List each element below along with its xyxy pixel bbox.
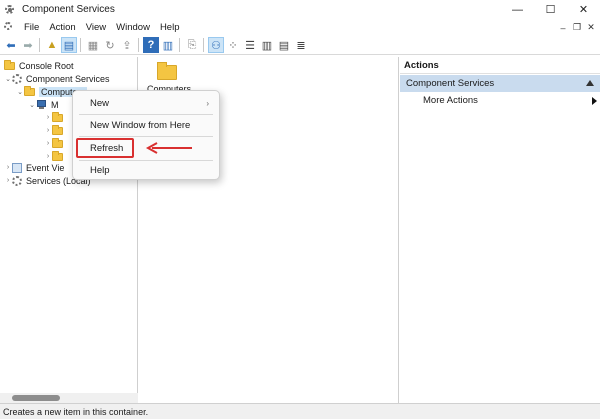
submenu-arrow-icon: › bbox=[206, 98, 209, 108]
menu-action[interactable]: Action bbox=[44, 22, 80, 33]
tree-item-console-root[interactable]: Console Root bbox=[4, 59, 74, 72]
chevron-down-icon[interactable]: ⌄ bbox=[16, 88, 24, 96]
system-menu-icon[interactable] bbox=[4, 22, 15, 33]
scrollbar-thumb[interactable] bbox=[12, 395, 60, 401]
export-list-icon[interactable]: ⇪ bbox=[119, 37, 135, 53]
actions-header: Actions bbox=[400, 57, 600, 74]
menu-file[interactable]: File bbox=[19, 22, 44, 33]
menu-help[interactable]: Help bbox=[155, 22, 185, 33]
show-hide-tree-icon[interactable]: ▤ bbox=[61, 37, 77, 53]
toolbar-separator bbox=[203, 38, 204, 52]
small-icons-icon[interactable]: ⁘ bbox=[225, 37, 241, 53]
help-icon[interactable]: ? bbox=[143, 37, 159, 53]
tree-label: Component Services bbox=[26, 73, 110, 84]
services-icon bbox=[12, 175, 22, 186]
back-icon[interactable]: ⬅ bbox=[3, 37, 19, 53]
toolbar-separator bbox=[80, 38, 81, 52]
menu-item-label: Help bbox=[90, 164, 110, 176]
horizontal-scrollbar[interactable] bbox=[0, 393, 138, 403]
folder-icon bbox=[52, 150, 63, 161]
menu-separator bbox=[79, 114, 213, 115]
actions-section-component-services[interactable]: Component Services bbox=[400, 75, 600, 92]
tree-item-folder[interactable]: › bbox=[44, 111, 67, 124]
menu-item-label: New bbox=[90, 97, 110, 109]
context-menu-help[interactable]: Help bbox=[73, 161, 219, 179]
tree-item-event-viewer[interactable]: › Event Vie bbox=[4, 161, 64, 174]
submenu-arrow-icon bbox=[592, 97, 597, 105]
toolbar-separator bbox=[179, 38, 180, 52]
chevron-right-icon[interactable]: › bbox=[44, 127, 52, 134]
tree-item-folder[interactable]: › bbox=[44, 124, 67, 137]
chevron-right-icon[interactable]: › bbox=[44, 153, 52, 160]
forward-icon[interactable]: ➡ bbox=[20, 37, 36, 53]
mdi-close-button[interactable]: ✕ bbox=[584, 22, 598, 33]
tree-item-component-services[interactable]: ⌄ Component Services bbox=[4, 72, 110, 85]
toolbar-separator bbox=[39, 38, 40, 52]
status-view-icon[interactable]: ▤ bbox=[276, 37, 292, 53]
folder-icon bbox=[24, 85, 35, 96]
close-button[interactable]: ✕ bbox=[567, 0, 600, 19]
tree-item-my-computer[interactable]: ⌄ M bbox=[28, 98, 59, 111]
minimize-button[interactable]: — bbox=[501, 0, 534, 19]
tree-item-folder[interactable]: › bbox=[44, 137, 67, 150]
tree-label: Console Root bbox=[19, 60, 74, 71]
collapse-icon[interactable] bbox=[586, 80, 594, 86]
up-folder-icon[interactable]: ▲ bbox=[44, 37, 60, 53]
toolbar: ⬅ ➡ ▲ ▤ ▦ ↻ ⇪ ? ▥ ⎘ ⚇ ⁘ ☰ ▥ ▤ ≣ bbox=[0, 36, 600, 55]
chevron-right-icon[interactable]: › bbox=[4, 177, 12, 184]
list-view-icon[interactable]: ☰ bbox=[242, 37, 258, 53]
mdi-restore-button[interactable]: ❐ bbox=[570, 22, 584, 33]
menu-window[interactable]: Window bbox=[111, 22, 155, 33]
chevron-down-icon[interactable]: ⌄ bbox=[28, 101, 36, 109]
more-actions-label: More Actions bbox=[423, 95, 478, 106]
folder-icon bbox=[52, 137, 63, 148]
details-list-icon[interactable]: ≣ bbox=[293, 37, 309, 53]
tree-label: M bbox=[51, 99, 59, 110]
refresh-icon[interactable]: ↻ bbox=[102, 37, 118, 53]
page-icon[interactable]: ⎘ bbox=[184, 37, 200, 53]
app-gear-icon bbox=[4, 4, 16, 16]
toolbar-separator bbox=[138, 38, 139, 52]
component-services-icon bbox=[12, 73, 22, 84]
context-menu-new[interactable]: New › bbox=[73, 94, 219, 112]
event-viewer-icon bbox=[12, 162, 22, 173]
actions-section-label: Component Services bbox=[406, 78, 495, 89]
context-menu-new-window[interactable]: New Window from Here bbox=[73, 116, 219, 134]
show-action-pane-icon[interactable]: ▥ bbox=[160, 37, 176, 53]
computer-icon bbox=[36, 100, 47, 109]
window-title: Component Services bbox=[22, 4, 115, 15]
status-bar: Creates a new item in this container. bbox=[0, 403, 600, 419]
large-icons-icon[interactable]: ⚇ bbox=[208, 37, 224, 53]
folder-icon bbox=[4, 59, 15, 70]
chevron-down-icon[interactable]: ⌄ bbox=[4, 75, 12, 83]
menu-item-label: New Window from Here bbox=[90, 119, 191, 131]
folder-icon bbox=[52, 124, 63, 135]
annotation-arrow-icon bbox=[145, 142, 192, 154]
context-menu: New › New Window from Here Refresh Help bbox=[72, 90, 220, 180]
chevron-right-icon[interactable]: › bbox=[4, 164, 12, 171]
maximize-button[interactable]: ☐ bbox=[534, 0, 567, 19]
tree-label: Event Vie bbox=[26, 162, 65, 173]
chevron-right-icon[interactable]: › bbox=[44, 114, 52, 121]
details-view-icon[interactable]: ▥ bbox=[259, 37, 275, 53]
more-actions-item[interactable]: More Actions bbox=[400, 93, 600, 108]
status-text: Creates a new item in this container. bbox=[3, 406, 149, 417]
mdi-minimize-button[interactable]: – bbox=[556, 23, 570, 33]
chevron-right-icon[interactable]: › bbox=[44, 140, 52, 147]
properties-icon[interactable]: ▦ bbox=[85, 37, 101, 53]
menu-separator bbox=[79, 136, 213, 137]
menu-bar: File Action View Window Help – ❐ ✕ bbox=[0, 19, 600, 36]
title-bar: Component Services — ☐ ✕ bbox=[0, 0, 600, 19]
actions-pane: Actions Component Services More Actions bbox=[400, 57, 600, 403]
folder-icon bbox=[52, 111, 63, 122]
menu-view[interactable]: View bbox=[81, 22, 111, 33]
folder-icon[interactable] bbox=[157, 62, 177, 80]
menu-item-label: Refresh bbox=[90, 142, 124, 154]
